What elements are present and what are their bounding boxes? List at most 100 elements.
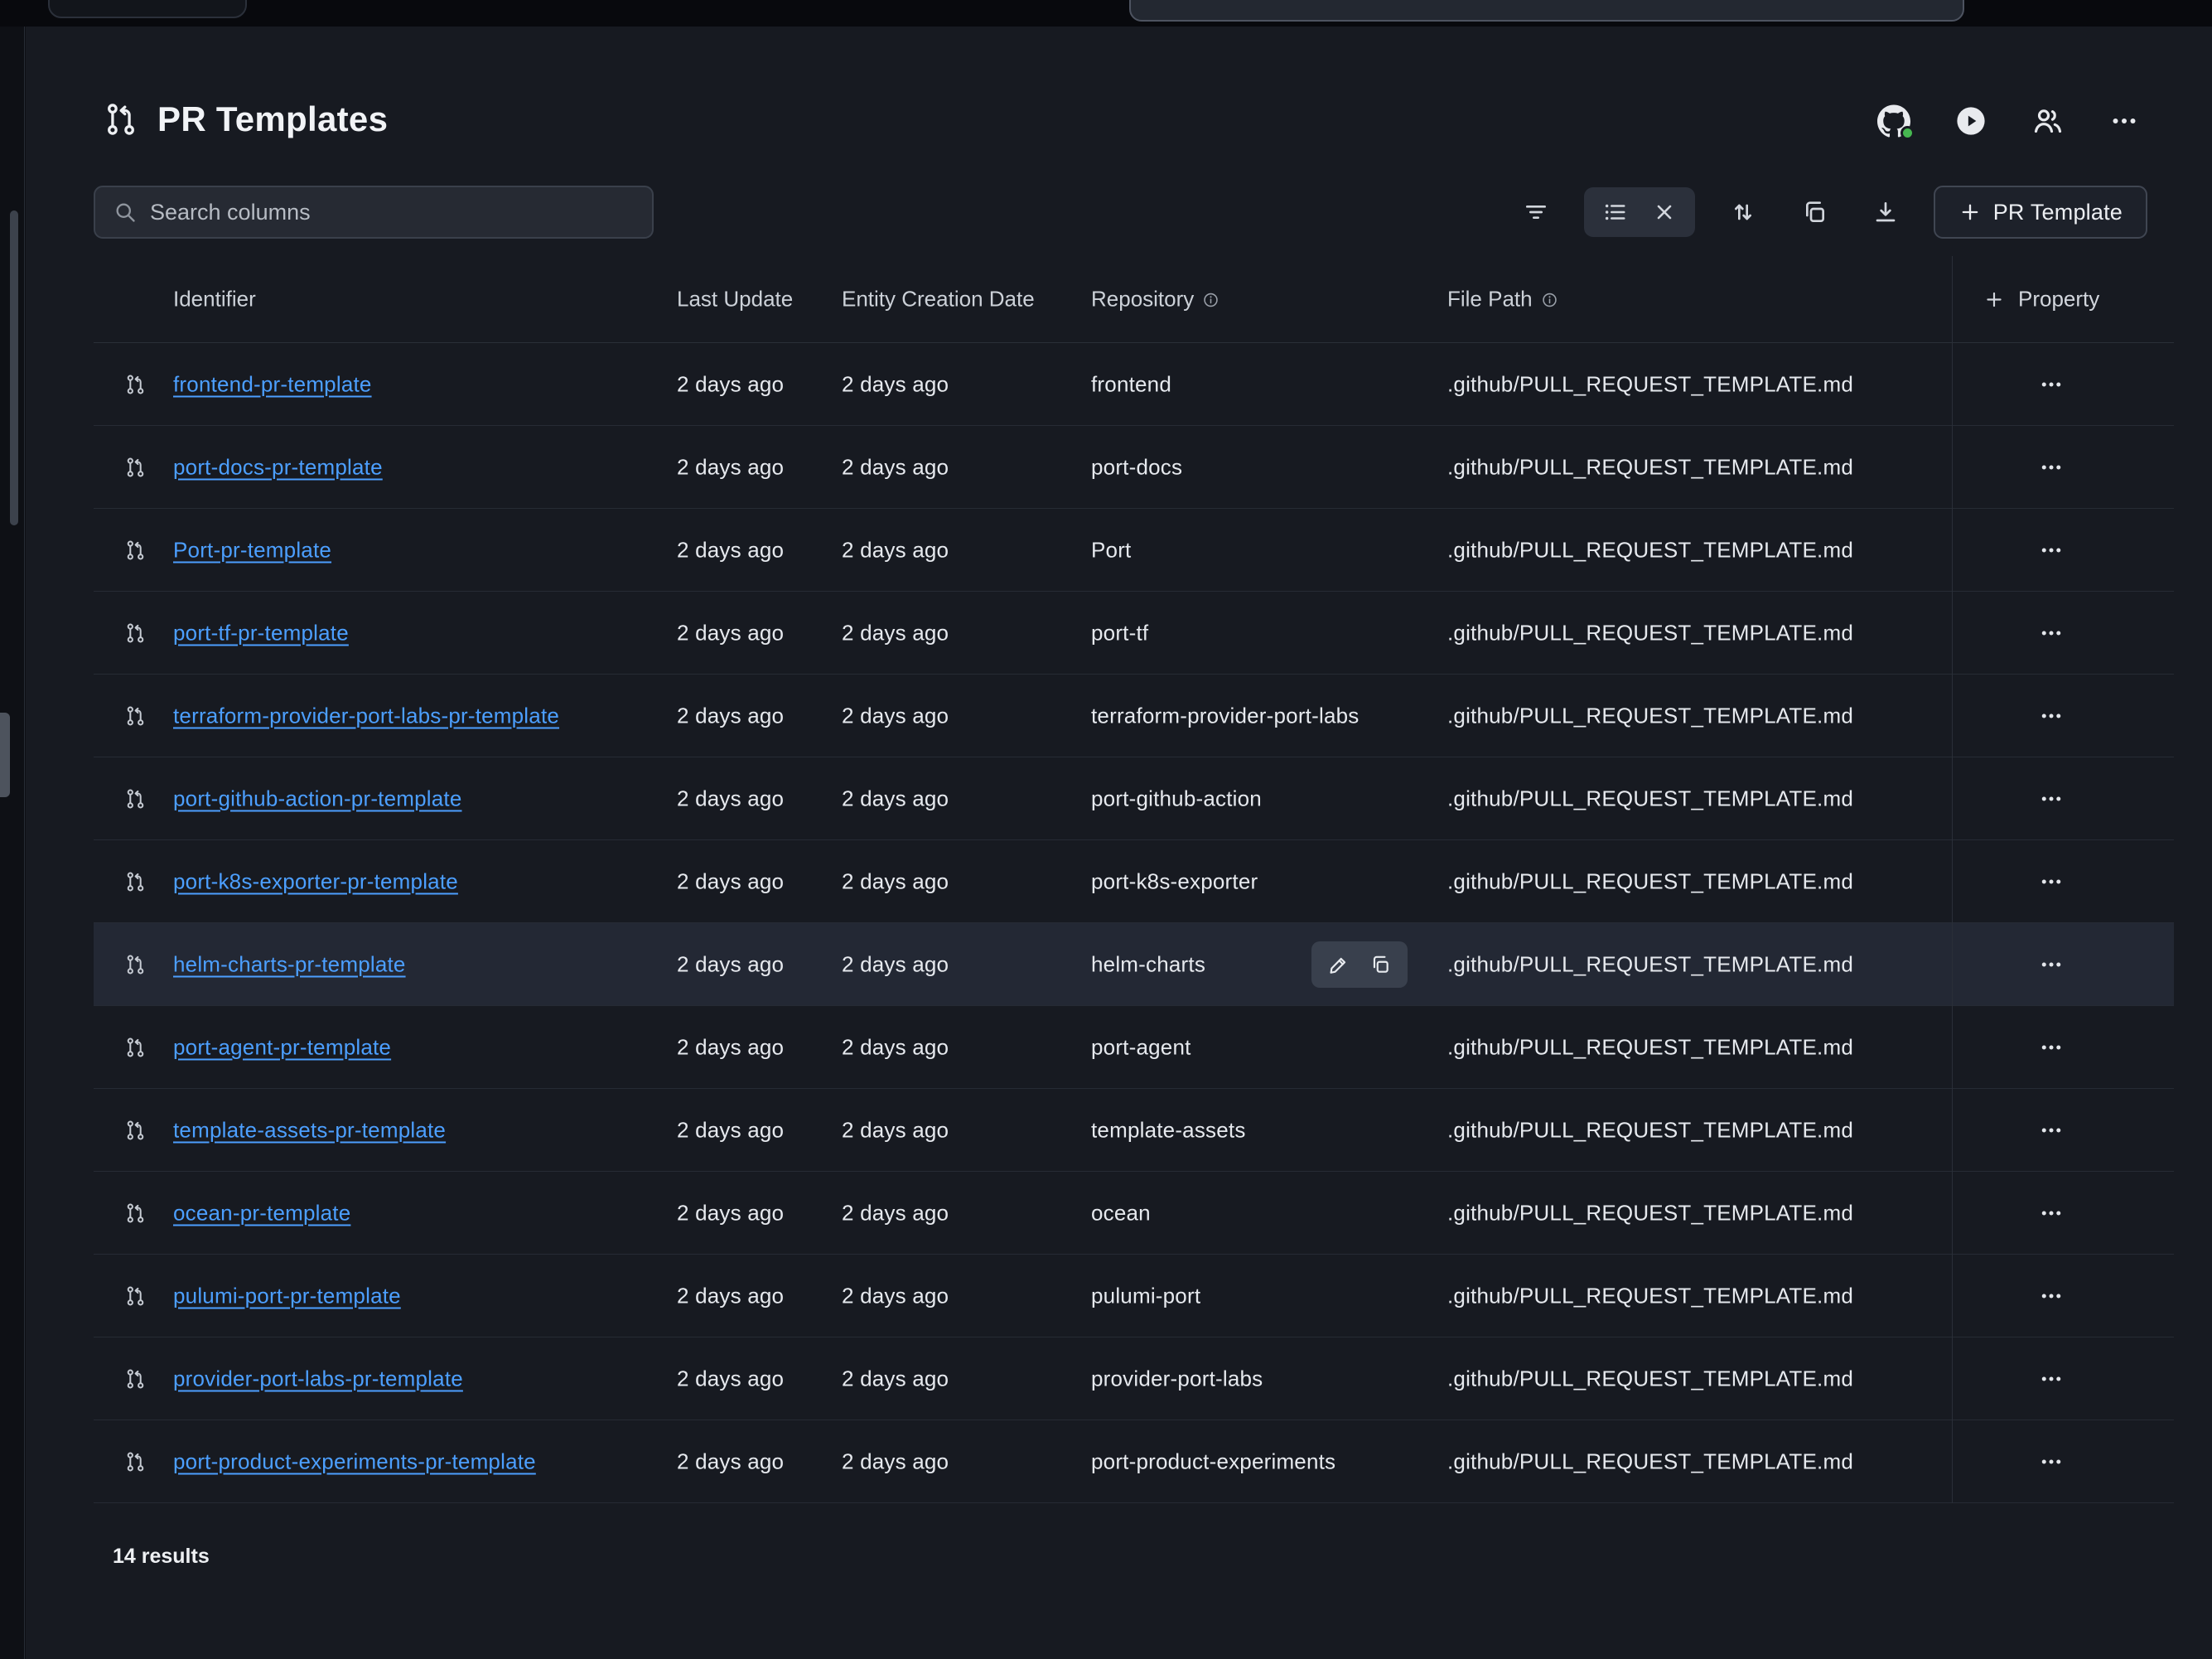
identifier-link[interactable]: frontend-pr-template [173,371,372,396]
column-header-creation-date[interactable]: Entity Creation Date [842,287,1035,312]
repository-cell: port-github-action [1091,786,1262,811]
clear-view-button[interactable] [1644,189,1685,235]
table-row[interactable]: provider-port-labs-pr-template 2 days ag… [94,1337,2174,1420]
create-pr-template-button[interactable]: PR Template [1934,186,2147,239]
row-menu-button[interactable] [2018,1035,2084,1060]
creation-date-cell: 2 days ago [842,1034,949,1060]
table-row[interactable]: port-tf-pr-template 2 days ago 2 days ag… [94,592,2174,675]
table-row[interactable]: ocean-pr-template 2 days ago 2 days ago … [94,1172,2174,1255]
repository-cell: provider-port-labs [1091,1366,1263,1391]
identifier-cell: ocean-pr-template [173,1200,350,1226]
identifier-link[interactable]: ocean-pr-template [173,1200,350,1225]
repository-cell: port-tf [1091,620,1148,646]
column-header-file-path[interactable]: File Path [1447,287,1558,312]
row-menu-button[interactable] [2018,372,2084,397]
identifier-link[interactable]: terraform-provider-port-labs-pr-template [173,703,559,728]
identifier-link[interactable]: port-github-action-pr-template [173,786,462,810]
main-content: PR Templates [26,27,2212,1659]
last-update-cell: 2 days ago [677,1449,784,1474]
identifier-link[interactable]: provider-port-labs-pr-template [173,1366,463,1391]
copy-table-button[interactable] [1791,189,1838,235]
play-button-icon[interactable] [1955,105,1987,137]
identifier-link[interactable]: port-tf-pr-template [173,620,349,645]
repository-cell: Port [1091,537,1131,563]
row-menu-button[interactable] [2018,952,2084,977]
last-update-cell: 2 days ago [677,868,784,894]
repository-cell: port-product-experiments [1091,1449,1335,1474]
row-menu-button[interactable] [2018,704,2084,728]
identifier-link[interactable]: helm-charts-pr-template [173,951,406,976]
creation-date-cell: 2 days ago [842,1283,949,1308]
column-header-last-update[interactable]: Last Update [677,287,793,312]
search-columns-box [94,186,654,239]
last-update-cell: 2 days ago [677,1366,784,1391]
column-header-identifier[interactable]: Identifier [173,287,256,312]
row-menu-button[interactable] [2018,455,2084,480]
row-menu-button[interactable] [2018,786,2084,811]
identifier-link[interactable]: port-docs-pr-template [173,454,383,479]
last-update-cell: 2 days ago [677,786,784,811]
more-menu-icon[interactable] [2109,106,2139,136]
file-path-cell: .github/PULL_REQUEST_TEMPLATE.md [1447,620,1853,646]
identifier-link[interactable]: port-agent-pr-template [173,1034,391,1059]
table-row[interactable]: port-k8s-exporter-pr-template 2 days ago… [94,840,2174,923]
row-menu-button[interactable] [2018,1201,2084,1226]
row-menu-button[interactable] [2018,538,2084,563]
plus-icon [1983,288,2005,310]
identifier-link[interactable]: Port-pr-template [173,537,331,562]
column-header-repository[interactable]: Repository [1091,287,1219,312]
identifier-cell: port-github-action-pr-template [173,786,462,811]
pull-request-icon [124,1036,147,1058]
edit-icon[interactable] [1320,946,1358,983]
row-menu-button[interactable] [2018,621,2084,646]
info-icon[interactable] [1202,292,1219,309]
row-menu-button[interactable] [2018,869,2084,894]
topbar-left-button[interactable] [48,0,247,18]
identifier-cell: port-product-experiments-pr-template [173,1449,536,1474]
identifier-link[interactable]: template-assets-pr-template [173,1117,446,1142]
table-row[interactable]: helm-charts-pr-template 2 days ago 2 day… [94,923,2174,1006]
scrollbar-thumb[interactable] [10,210,18,525]
users-icon[interactable] [2031,104,2065,138]
creation-date-cell: 2 days ago [842,371,949,397]
left-rail [0,27,25,1659]
table-row[interactable]: frontend-pr-template 2 days ago 2 days a… [94,343,2174,426]
table-row[interactable]: port-github-action-pr-template 2 days ag… [94,757,2174,840]
search-columns-input[interactable] [150,200,634,225]
global-search-bar[interactable] [1129,0,1964,22]
list-view-button[interactable] [1594,189,1635,235]
repository-value: frontend [1091,371,1171,396]
add-property-button[interactable]: Property [1983,287,2099,312]
identifier-link[interactable]: port-k8s-exporter-pr-template [173,868,458,893]
results-count: 14 results [113,1545,2212,1569]
table-header: Identifier Last Update Entity Creation D… [94,256,2174,343]
row-menu-button[interactable] [2018,1118,2084,1143]
pull-request-icon [124,1284,147,1307]
sort-button[interactable] [1720,189,1766,235]
identifier-link[interactable]: pulumi-port-pr-template [173,1283,401,1308]
repository-value: helm-charts [1091,951,1205,976]
page-title: PR Templates [157,99,388,139]
github-icon[interactable] [1877,104,1910,138]
table-row[interactable]: port-docs-pr-template 2 days ago 2 days … [94,426,2174,509]
table-row[interactable]: port-product-experiments-pr-template 2 d… [94,1420,2174,1503]
row-menu-button[interactable] [2018,1366,2084,1391]
table-row[interactable]: port-agent-pr-template 2 days ago 2 days… [94,1006,2174,1089]
table-row[interactable]: terraform-provider-port-labs-pr-template… [94,675,2174,757]
row-menu-button[interactable] [2018,1284,2084,1308]
repository-cell: port-docs [1091,454,1182,480]
info-icon[interactable] [1541,292,1558,309]
repository-value: Port [1091,537,1131,562]
identifier-cell: port-agent-pr-template [173,1034,391,1060]
table-row[interactable]: pulumi-port-pr-template 2 days ago 2 day… [94,1255,2174,1337]
identifier-link[interactable]: port-product-experiments-pr-template [173,1449,536,1473]
copy-icon[interactable] [1361,946,1399,983]
download-button[interactable] [1862,189,1909,235]
repository-cell: ocean [1091,1200,1151,1226]
last-update-cell: 2 days ago [677,454,784,480]
table-row[interactable]: template-assets-pr-template 2 days ago 2… [94,1089,2174,1172]
filter-button[interactable] [1513,189,1559,235]
row-menu-button[interactable] [2018,1449,2084,1474]
creation-date-cell: 2 days ago [842,454,949,480]
table-row[interactable]: Port-pr-template 2 days ago 2 days ago P… [94,509,2174,592]
